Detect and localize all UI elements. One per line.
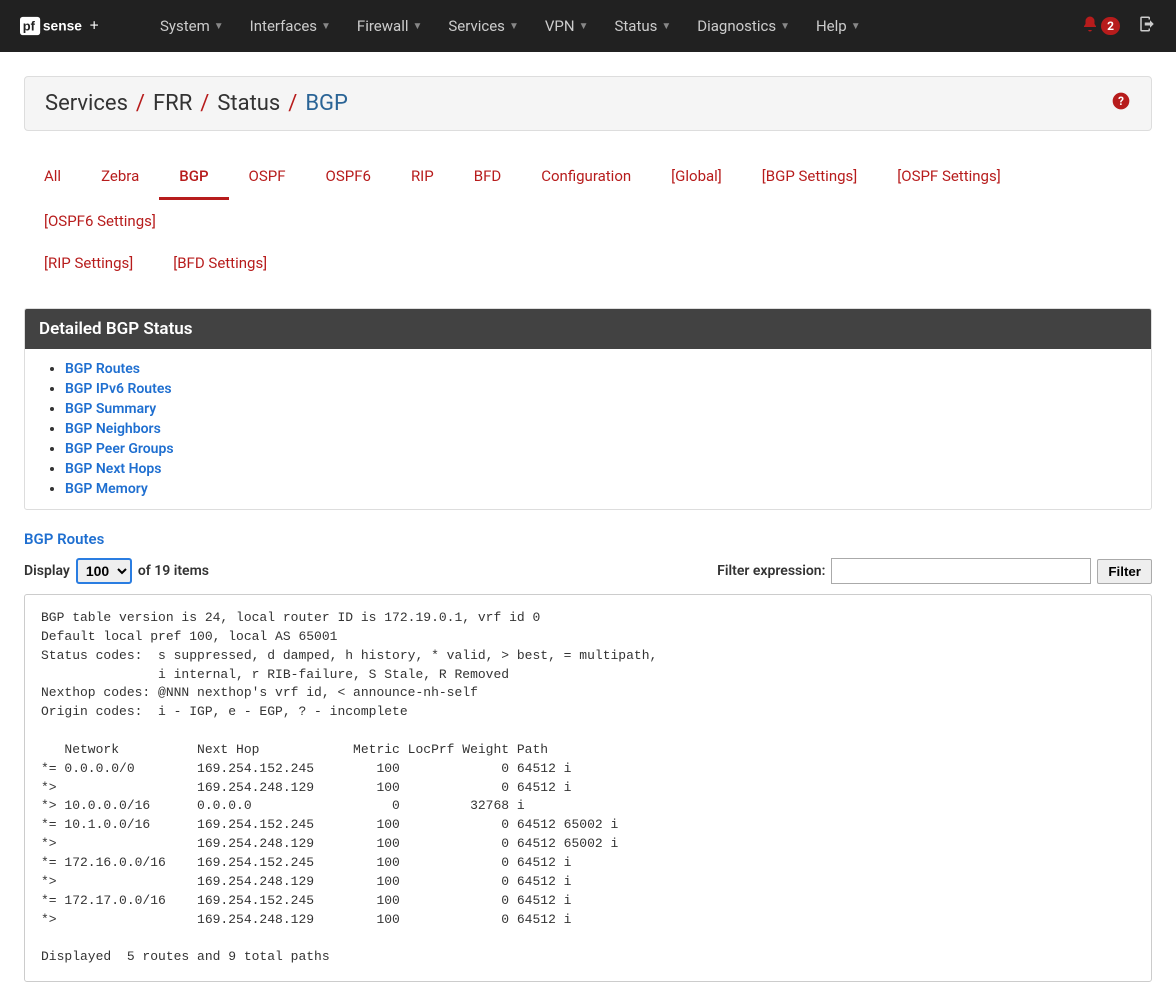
display-count-select[interactable]: 100 [76,558,132,584]
link-bgp-ipv6-routes[interactable]: BGP IPv6 Routes [65,381,172,397]
tab-all[interactable]: All [24,155,81,200]
breadcrumb-sep: / [200,91,209,116]
nav-status[interactable]: Status▼ [604,11,681,41]
status-panel: Detailed BGP Status BGP Routes BGP IPv6 … [24,308,1152,510]
nav-firewall[interactable]: Firewall▼ [347,11,432,41]
tab-bgp[interactable]: BGP [159,155,228,200]
output-container: BGP table version is 24, local router ID… [24,594,1152,982]
svg-text:pf: pf [23,19,36,34]
caret-icon: ▼ [509,21,519,32]
tab-ospf6[interactable]: OSPF6 [306,155,391,200]
caret-icon: ▼ [412,21,422,32]
link-bgp-memory[interactable]: BGP Memory [65,481,148,497]
svg-text:?: ? [1118,94,1124,108]
notifications-button[interactable]: 2 [1081,15,1120,37]
tabs-container: All Zebra BGP OSPF OSPF6 RIP BFD Configu… [24,155,1152,284]
nav-links: System▼ Interfaces▼ Firewall▼ Services▼ … [150,11,1081,41]
link-bgp-summary[interactable]: BGP Summary [65,401,156,417]
link-bgp-next-hops[interactable]: BGP Next Hops [65,461,162,477]
filter-input[interactable] [831,558,1091,584]
breadcrumb: Services / FRR / Status / BGP [45,91,348,116]
filter-button[interactable]: Filter [1097,559,1152,584]
breadcrumb-sep: / [136,91,145,116]
breadcrumb-frr[interactable]: FRR [153,91,192,116]
tab-bfd-settings[interactable]: [BFD Settings] [153,242,287,284]
breadcrumb-services[interactable]: Services [45,91,128,116]
nav-services[interactable]: Services▼ [438,11,528,41]
section-title-bgp-routes[interactable]: BGP Routes [24,530,1152,548]
nav-vpn[interactable]: VPN▼ [535,11,599,41]
tab-configuration[interactable]: Configuration [521,155,651,200]
bgp-routes-output: BGP table version is 24, local router ID… [41,609,1135,967]
link-bgp-routes[interactable]: BGP Routes [65,361,140,377]
tab-rip[interactable]: RIP [391,155,454,200]
breadcrumb-status[interactable]: Status [217,91,280,116]
nav-interfaces[interactable]: Interfaces▼ [240,11,341,41]
caret-icon: ▼ [661,21,671,32]
tab-ospf6-settings[interactable]: [OSPF6 Settings] [24,200,176,242]
of-items-text: of 19 items [138,563,209,579]
tabs-row-2: [RIP Settings] [BFD Settings] [24,242,1152,284]
tab-rip-settings[interactable]: [RIP Settings] [24,242,153,284]
top-navbar: pf sense + System▼ Interfaces▼ Firewall▼… [0,0,1176,52]
notification-badge: 2 [1101,17,1120,35]
svg-text:sense: sense [43,19,82,34]
svg-text:+: + [90,18,99,35]
caret-icon: ▼ [579,21,589,32]
tab-bfd[interactable]: BFD [454,155,521,200]
logout-icon[interactable] [1138,15,1156,37]
panel-body: BGP Routes BGP IPv6 Routes BGP Summary B… [25,349,1151,509]
tab-ospf-settings[interactable]: [OSPF Settings] [877,155,1020,200]
help-icon[interactable]: ? [1111,91,1131,116]
tab-ospf[interactable]: OSPF [229,155,306,200]
filter-label: Filter expression: [717,563,825,579]
nav-system[interactable]: System▼ [150,11,234,41]
link-bgp-peer-groups[interactable]: BGP Peer Groups [65,441,174,457]
tabs-row-1: All Zebra BGP OSPF OSPF6 RIP BFD Configu… [24,155,1152,242]
caret-icon: ▼ [851,21,861,32]
caret-icon: ▼ [321,21,331,32]
anchor-link-list: BGP Routes BGP IPv6 Routes BGP Summary B… [41,359,1135,499]
display-label: Display [24,563,70,579]
nav-help[interactable]: Help▼ [806,11,871,41]
panel-heading: Detailed BGP Status [25,309,1151,349]
navbar-right: 2 [1081,15,1156,37]
tab-zebra[interactable]: Zebra [81,155,159,200]
tab-bgp-settings[interactable]: [BGP Settings] [742,155,877,200]
tab-global[interactable]: [Global] [651,155,742,200]
link-bgp-neighbors[interactable]: BGP Neighbors [65,421,161,437]
nav-diagnostics[interactable]: Diagnostics▼ [687,11,800,41]
caret-icon: ▼ [214,21,224,32]
breadcrumb-active: BGP [305,91,348,116]
breadcrumb-sep: / [288,91,297,116]
caret-icon: ▼ [780,21,790,32]
display-controls: Display 100 of 19 items Filter expressio… [24,558,1152,584]
brand-logo[interactable]: pf sense + [20,14,130,38]
bell-icon [1081,15,1099,37]
page-header: Services / FRR / Status / BGP ? [24,76,1152,131]
